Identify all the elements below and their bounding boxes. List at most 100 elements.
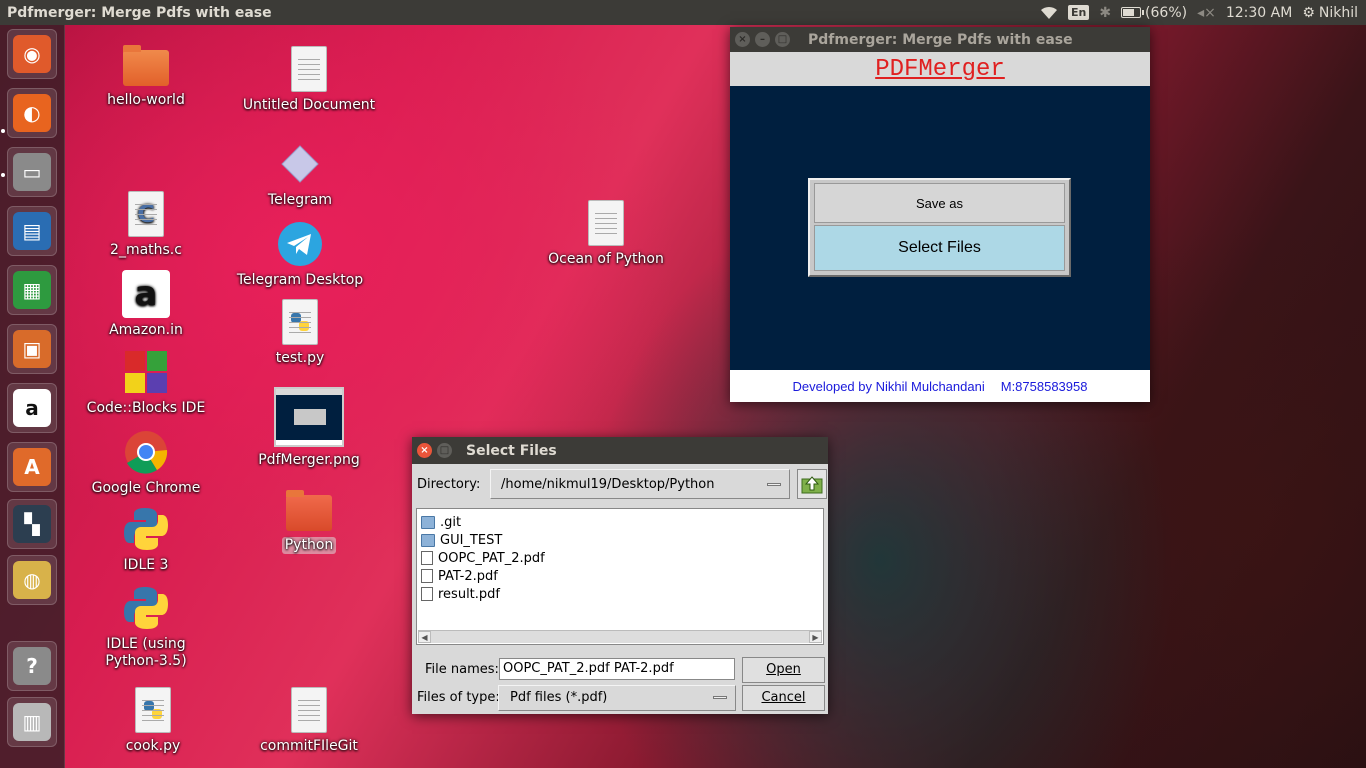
- desktop-icon-hello-world[interactable]: hello-world: [71, 40, 221, 109]
- document-icon: [285, 45, 333, 93]
- desktop-icon-label: cook.py: [125, 738, 181, 754]
- user-name: Nikhil: [1318, 4, 1358, 21]
- desktop-icon-label: Telegram Desktop: [236, 272, 364, 288]
- app-title: PDFMerger: [875, 55, 1005, 83]
- dialog-title: Select Files: [466, 442, 557, 459]
- window-title: Pdfmerger: Merge Pdfs with ease: [808, 31, 1073, 48]
- maximize-icon[interactable]: □: [775, 32, 790, 47]
- select-files-button[interactable]: Select Files: [814, 225, 1065, 271]
- clock[interactable]: 12:30 AM: [1226, 5, 1292, 21]
- desktop-icon-2-maths-c[interactable]: C 2_maths.c: [71, 190, 221, 259]
- directory-row: Directory: /home/nikmul19/Desktop/Python: [417, 469, 827, 499]
- directory-select[interactable]: /home/nikmul19/Desktop/Python: [490, 469, 790, 499]
- desktop-icon-label: Untitled Document: [242, 97, 376, 113]
- bluetooth-icon[interactable]: ✱: [1099, 5, 1111, 21]
- launcher-item-help[interactable]: ?: [7, 641, 57, 691]
- folder-icon: [421, 515, 435, 529]
- launcher: ◉ ◐ ▭ ▤ ▦ ▣ a A ▚ ◍? ▥: [0, 25, 65, 768]
- desktop-icon-label: hello-world: [107, 92, 185, 108]
- file-list-item[interactable]: GUI_TEST: [417, 531, 823, 549]
- launcher-item-writer[interactable]: ▤: [7, 206, 57, 256]
- impress-icon: ▣: [13, 330, 51, 368]
- scroll-left-icon[interactable]: ◀: [418, 631, 431, 643]
- wifi-icon[interactable]: [1040, 6, 1058, 20]
- folder-icon: [122, 40, 170, 88]
- battery-icon: [1121, 7, 1145, 18]
- desktop-icon-ocean-of-python[interactable]: Ocean of Python: [531, 199, 681, 268]
- file-type-select[interactable]: Pdf files (*.pdf): [498, 685, 736, 711]
- file-list-item[interactable]: PAT-2.pdf: [417, 567, 823, 585]
- developer-mobile: M:8758583958: [1000, 378, 1088, 394]
- close-icon[interactable]: ×: [735, 32, 750, 47]
- desktop-icon-python-folder[interactable]: Python: [234, 485, 384, 554]
- desktop-icon-codeblocks[interactable]: Code::Blocks IDE: [71, 348, 221, 417]
- dropdown-icon: [767, 483, 781, 486]
- desktop-icon-commitfilegit[interactable]: commitFIleGit: [234, 686, 384, 755]
- close-icon[interactable]: ×: [417, 443, 432, 458]
- top-panel: Pdfmerger: Merge Pdfs with ease En ✱ (66…: [0, 0, 1366, 25]
- parent-directory-button[interactable]: [797, 469, 827, 499]
- desktop-icon-telegram[interactable]: Telegram: [225, 140, 375, 209]
- launcher-item-impress[interactable]: ▣: [7, 324, 57, 374]
- horizontal-scrollbar[interactable]: ◀ ▶: [418, 630, 822, 643]
- open-button[interactable]: Open: [742, 657, 825, 683]
- dropdown-icon: [713, 696, 727, 699]
- launcher-item-software-center[interactable]: A: [7, 442, 57, 492]
- launcher-item-firefox[interactable]: ◐: [7, 88, 57, 138]
- launcher-item-amazon[interactable]: a: [7, 383, 57, 433]
- calc-icon: ▦: [13, 271, 51, 309]
- document-icon: [582, 199, 630, 247]
- codeblocks-icon: [122, 348, 170, 396]
- keyboard-layout-indicator[interactable]: En: [1067, 5, 1090, 20]
- telegram-diamond-icon: [276, 140, 324, 188]
- amazon-icon: a: [122, 270, 170, 318]
- workspaces-icon: ▚: [13, 505, 51, 543]
- desktop-icon-google-chrome[interactable]: Google Chrome: [71, 428, 221, 497]
- file-names-input[interactable]: OOPC_PAT_2.pdf PAT-2.pdf: [499, 658, 735, 680]
- active-window-title: Pdfmerger: Merge Pdfs with ease: [7, 4, 272, 21]
- chrome-icon: ◍: [13, 561, 51, 599]
- file-list-item[interactable]: .git: [417, 513, 823, 531]
- desktop-icon-idle-python35[interactable]: IDLE (using Python-3.5): [71, 584, 221, 670]
- desktop-icon-telegram-desktop[interactable]: Telegram Desktop: [225, 220, 375, 289]
- desktop-icon-pdfmerger-png[interactable]: PdfMerger.png: [234, 386, 384, 469]
- maximize-icon[interactable]: □: [437, 443, 452, 458]
- pdfmerger-titlebar[interactable]: × – □ Pdfmerger: Merge Pdfs with ease: [730, 27, 1150, 52]
- battery-indicator[interactable]: (66%): [1121, 5, 1187, 21]
- file-list-item[interactable]: result.pdf: [417, 585, 823, 603]
- dialog-titlebar[interactable]: × □ Select Files: [412, 437, 828, 464]
- scroll-right-icon[interactable]: ▶: [809, 631, 822, 643]
- desktop-icon-cook-py[interactable]: cook.py: [78, 686, 228, 755]
- cancel-button[interactable]: Cancel: [742, 685, 825, 711]
- minimize-icon[interactable]: –: [755, 32, 770, 47]
- directory-value: /home/nikmul19/Desktop/Python: [501, 476, 715, 492]
- launcher-item-chrome[interactable]: ◍: [7, 555, 57, 605]
- launcher-item-calc[interactable]: ▦: [7, 265, 57, 315]
- software-center-icon: A: [13, 448, 51, 486]
- desktop-icon-label: test.py: [275, 350, 325, 366]
- desktop-icon-idle3[interactable]: IDLE 3: [71, 505, 221, 574]
- running-indicator: [1, 129, 5, 133]
- file-icon: [421, 551, 433, 565]
- save-as-button[interactable]: Save as: [814, 183, 1065, 223]
- file-list-item[interactable]: OOPC_PAT_2.pdf: [417, 549, 823, 567]
- folder-up-icon: [801, 476, 823, 494]
- launcher-item-files[interactable]: ▭: [7, 147, 57, 197]
- desktop-icon-amazon[interactable]: a Amazon.in: [71, 270, 221, 339]
- session-menu[interactable]: ⚙ Nikhil: [1302, 5, 1358, 21]
- battery-percent: (66%): [1145, 4, 1188, 21]
- file-list[interactable]: .git GUI_TEST OOPC_PAT_2.pdf PAT-2.pdf resul…: [416, 508, 824, 645]
- gear-icon: ⚙: [1302, 4, 1315, 21]
- launcher-item-trash[interactable]: ▥: [7, 697, 57, 747]
- app-body: Save as Select Files: [730, 86, 1150, 370]
- python-file-icon: [276, 298, 324, 346]
- desktop-icon-untitled-document[interactable]: Untitled Document: [234, 45, 384, 114]
- launcher-item-ubuntu-dash[interactable]: ◉: [7, 29, 57, 79]
- desktop-icon-test-py[interactable]: test.py: [225, 298, 375, 367]
- launcher-item-workspaces[interactable]: ▚: [7, 499, 57, 549]
- desktop-icon-label: PdfMerger.png: [258, 452, 360, 468]
- desktop-icon-label: Google Chrome: [91, 480, 201, 496]
- trash-icon: ▥: [13, 703, 51, 741]
- c-source-icon: C: [122, 190, 170, 238]
- volume-muted-icon[interactable]: ◂×: [1197, 5, 1216, 21]
